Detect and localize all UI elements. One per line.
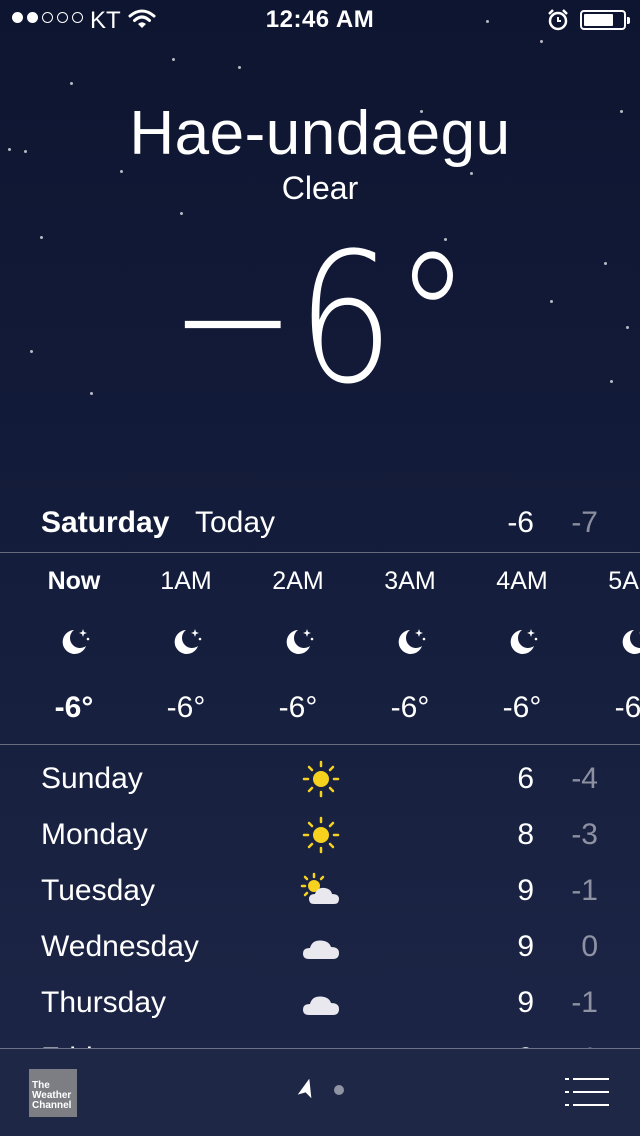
hourly-forecast-scroller[interactable]: Now -6° 1AM -6° 2AM -6° 3AM -6° 4AM -6° 5AM -6° — [0, 553, 640, 744]
partly-cloudy-icon — [300, 872, 342, 910]
daily-forecast-row: Sunday 6 -4 — [0, 752, 640, 808]
daily-high: 9 — [517, 930, 534, 963]
hourly-temp: -6° — [278, 691, 318, 724]
hourly-temp: -6° — [54, 691, 94, 724]
daily-low: -1 — [571, 874, 598, 907]
weather-condition: Clear — [281, 170, 359, 206]
sun-icon — [300, 816, 342, 854]
location-arrow-icon[interactable] — [294, 1078, 318, 1108]
hourly-time: 5AM — [608, 567, 640, 595]
hourly-time: Now — [47, 567, 101, 595]
daily-day-name: Monday — [41, 818, 148, 851]
hourly-time: 3AM — [384, 567, 436, 595]
hourly-temp: -6° — [166, 691, 206, 724]
weather-channel-logo[interactable]: The Weather Channel — [29, 1069, 77, 1117]
battery-level-fill — [584, 14, 613, 26]
current-temperature: −6° — [168, 215, 472, 424]
today-day-name: Saturday — [41, 506, 170, 539]
daily-forecast-row: Thursday 9 -1 — [0, 976, 640, 1032]
hourly-time: 4AM — [496, 567, 548, 595]
moon-stars-icon — [58, 625, 92, 659]
today-label: Today — [195, 506, 276, 539]
daily-forecast-row: Friday9-1 — [0, 1032, 640, 1048]
moon-stars-icon — [170, 625, 204, 659]
daily-forecast-row: Tuesday 9 -1 — [0, 864, 640, 920]
cloud-icon — [300, 928, 342, 966]
moon-stars-icon — [394, 625, 428, 659]
daily-forecast-row: Monday 8 -3 — [0, 808, 640, 864]
daily-high: 8 — [517, 818, 534, 851]
daily-forecast-row: Wednesday 9 0 — [0, 920, 640, 976]
city-name: Hae-undaegu — [129, 99, 511, 168]
moon-stars-icon — [282, 625, 316, 659]
hourly-time: 2AM — [272, 567, 324, 595]
moon-stars-icon — [618, 625, 640, 659]
daily-day-name: Tuesday — [41, 874, 155, 907]
hourly-temp: -6° — [390, 691, 430, 724]
today-summary-row: Saturday Today -6 -7 — [0, 506, 640, 546]
daily-high: 6 — [517, 762, 534, 795]
daily-day-name: Thursday — [41, 986, 167, 1019]
bottom-toolbar: The Weather Channel — [0, 1049, 640, 1136]
moon-stars-icon — [506, 625, 540, 659]
alarm-icon — [546, 8, 570, 39]
status-clock: 12:46 AM — [265, 6, 375, 33]
sun-icon — [300, 760, 342, 798]
daily-low: 0 — [581, 930, 598, 963]
daily-low: -1 — [571, 986, 598, 1019]
daily-low: -3 — [571, 818, 598, 851]
daily-high: 9 — [517, 874, 534, 907]
hourly-temp: -6° — [502, 691, 542, 724]
daily-day-name: Wednesday — [41, 930, 199, 963]
page-indicator-dot[interactable] — [334, 1085, 344, 1095]
daily-day-name: Sunday — [41, 762, 143, 795]
city-list-icon[interactable] — [565, 1077, 609, 1112]
cloud-icon — [300, 984, 342, 1022]
cloud-icon — [300, 1040, 342, 1048]
today-low: -7 — [571, 506, 598, 539]
daily-low: -4 — [571, 762, 598, 795]
daily-high: 9 — [517, 986, 534, 1019]
daily-forecast-list[interactable]: Sunday 6 -4 Monday 8 -3 Tuesday 9 -1 Wednesday 9 0 T… — [0, 752, 640, 1048]
battery-icon — [580, 10, 630, 30]
divider — [0, 744, 640, 745]
hourly-time: 1AM — [160, 567, 212, 595]
status-bar: KT 12:46 AM — [0, 0, 640, 40]
hourly-temp: -6° — [614, 691, 640, 724]
today-high: -6 — [507, 506, 534, 539]
